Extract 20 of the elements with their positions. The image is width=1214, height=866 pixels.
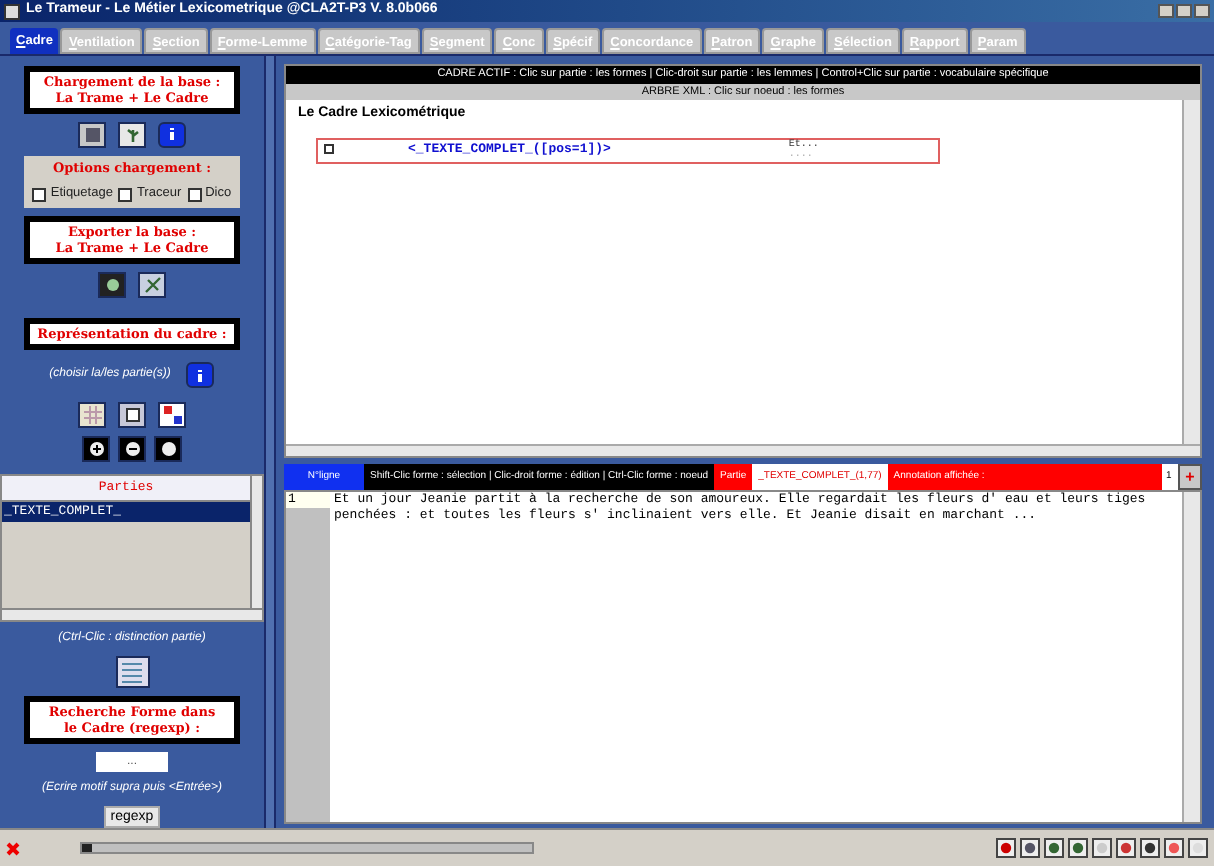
checkbox[interactable] — [118, 187, 133, 202]
info-icon[interactable] — [158, 121, 186, 148]
scrollbar[interactable] — [286, 443, 1200, 456]
scrollbar[interactable] — [1182, 99, 1200, 444]
checkbox[interactable] — [32, 187, 47, 202]
info-icon[interactable] — [186, 362, 215, 389]
scrollbar[interactable] — [1182, 491, 1200, 823]
list-icon[interactable] — [115, 656, 149, 689]
record-icon[interactable] — [996, 838, 1016, 859]
minimize-button[interactable] — [1158, 4, 1174, 19]
close-icon[interactable] — [6, 841, 20, 856]
document-icon[interactable] — [118, 402, 146, 429]
node-checkbox[interactable] — [324, 144, 334, 155]
checkbox[interactable] — [187, 187, 202, 202]
maximize-button[interactable] — [1176, 4, 1192, 19]
scrollbar[interactable] — [2, 608, 262, 621]
close-button[interactable] — [1194, 4, 1210, 19]
add-button[interactable]: + — [1178, 463, 1202, 490]
app-icon — [4, 3, 20, 20]
scrollbar[interactable] — [250, 476, 262, 609]
